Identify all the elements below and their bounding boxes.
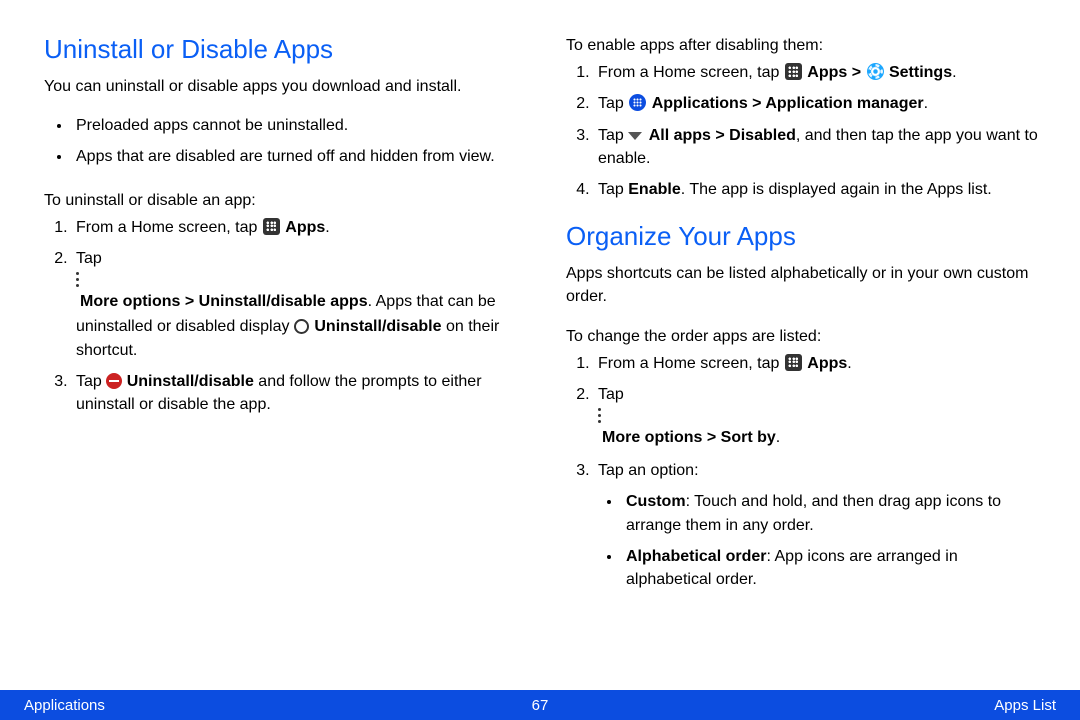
circle-outline-icon (294, 319, 309, 334)
page-content: Uninstall or Disable Apps You can uninst… (0, 0, 1080, 644)
uninstall-step-1: From a Home screen, tap Apps. (72, 216, 522, 239)
uninstall-intro: You can uninstall or disable apps you do… (44, 75, 522, 98)
organize-step-1: From a Home screen, tap Apps. (594, 352, 1044, 375)
apps-label: Apps (285, 219, 325, 236)
dropdown-icon (628, 132, 642, 140)
apps-grid-icon (785, 63, 802, 80)
right-column: To enable apps after disabling them: Fro… (544, 34, 1044, 644)
settings-label: Settings (889, 64, 952, 81)
more-options-icon (598, 408, 1044, 423)
bullet-disabled: Apps that are disabled are turned off an… (72, 145, 522, 168)
footer-page-number: 67 (532, 697, 549, 714)
organize-how: To change the order apps are listed: (566, 325, 1044, 348)
footer-left: Applications (24, 697, 105, 714)
how-intro: To uninstall or disable an app: (44, 189, 522, 212)
heading-uninstall: Uninstall or Disable Apps (44, 34, 522, 65)
heading-organize: Organize Your Apps (566, 221, 1044, 252)
enable-step-2: Tap Applications > Application manager. (594, 92, 1044, 115)
apps-manager-label: Applications > Application manager (652, 95, 924, 112)
settings-gear-icon (867, 63, 884, 80)
apps-label: Apps (807, 355, 847, 372)
page-footer: Applications 67 Apps List (0, 690, 1080, 720)
option-custom: Custom: Touch and hold, and then drag ap… (622, 490, 1044, 536)
enable-step-3: Tap All apps > Disabled, and then tap th… (594, 124, 1044, 170)
organize-intro: Apps shortcuts can be listed alphabetica… (566, 262, 1044, 308)
more-sortby-label: More options > Sort by (602, 429, 776, 446)
uninstall-disable-label-2: Uninstall/disable (127, 373, 254, 390)
allapps-disabled-label: All apps > Disabled (649, 127, 796, 144)
minus-circle-icon (106, 373, 122, 389)
more-options-icon (76, 272, 522, 287)
enable-label: Enable (628, 181, 680, 198)
apps-grid-icon (263, 218, 280, 235)
uninstall-step-2: Tap More options > Uninstall/disable app… (72, 247, 522, 362)
organize-step-2: Tap More options > Sort by. (594, 383, 1044, 451)
apps-label: Apps > (807, 64, 865, 81)
uninstall-step-3: Tap Uninstall/disable and follow the pro… (72, 370, 522, 416)
footer-right: Apps List (994, 697, 1056, 714)
left-column: Uninstall or Disable Apps You can uninst… (44, 34, 544, 644)
enable-step-1: From a Home screen, tap Apps > Settings. (594, 61, 1044, 84)
option-alphabetical: Alphabetical order: App icons are arrang… (622, 545, 1044, 591)
more-uninstall-label: More options > Uninstall/disable apps (80, 293, 368, 310)
organize-step-3: Tap an option: Custom: Touch and hold, a… (594, 459, 1044, 591)
bullet-preloaded: Preloaded apps cannot be uninstalled. (72, 114, 522, 137)
uninstall-disable-label: Uninstall/disable (314, 318, 441, 335)
applications-icon (629, 94, 646, 111)
apps-grid-icon (785, 354, 802, 371)
enable-intro: To enable apps after disabling them: (566, 34, 1044, 57)
enable-step-4: Tap Enable. The app is displayed again i… (594, 178, 1044, 201)
